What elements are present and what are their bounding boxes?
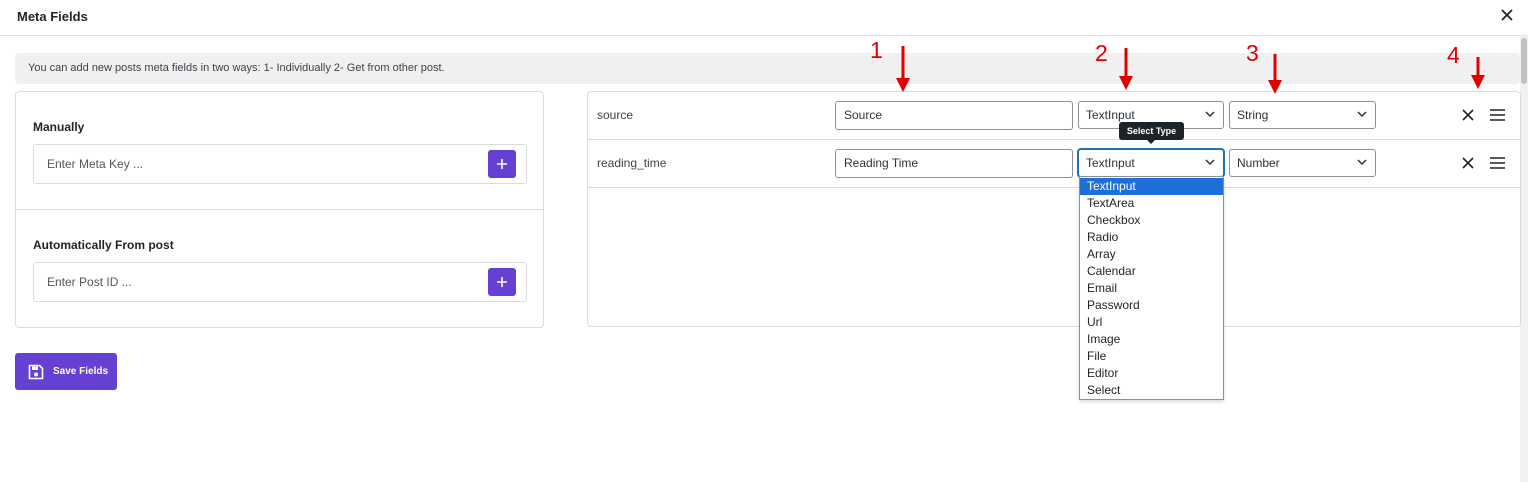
close-icon[interactable] — [1498, 6, 1516, 24]
chevron-down-icon — [1205, 159, 1215, 166]
drag-handle-icon[interactable] — [1489, 108, 1506, 125]
value-type-value: String — [1237, 108, 1269, 122]
scrollbar-thumb[interactable] — [1521, 38, 1527, 84]
plus-icon — [497, 159, 507, 169]
field-key: source — [597, 108, 634, 122]
field-type-select[interactable]: TextInput — [1078, 149, 1224, 177]
annotation-number: 3 — [1246, 40, 1259, 66]
save-fields-button[interactable]: Save Fields — [15, 353, 117, 390]
chevron-down-icon — [1357, 159, 1367, 166]
annotation-number: 1 — [870, 37, 883, 63]
dropdown-option[interactable]: Array — [1080, 246, 1223, 263]
dropdown-option[interactable]: TextArea — [1080, 195, 1223, 212]
dropdown-option[interactable]: Editor — [1080, 365, 1223, 382]
annotation-number: 2 — [1095, 40, 1108, 66]
field-type-value: TextInput — [1086, 108, 1135, 122]
dropdown-option[interactable]: Checkbox — [1080, 212, 1223, 229]
arrow-down-icon — [1119, 48, 1133, 90]
panel-divider — [16, 209, 543, 210]
remove-icon[interactable] — [1461, 108, 1475, 125]
select-type-tooltip: Select Type — [1119, 122, 1184, 140]
row-divider — [588, 139, 1520, 140]
field-title-input[interactable]: Source — [835, 101, 1073, 130]
row-divider — [588, 187, 1520, 188]
save-fields-label: Save Fields — [53, 366, 109, 377]
drag-handle-icon[interactable] — [1489, 156, 1506, 173]
value-type-value: Number — [1237, 156, 1280, 170]
dropdown-option[interactable]: Password — [1080, 297, 1223, 314]
dropdown-option[interactable]: Email — [1080, 280, 1223, 297]
arrow-down-icon — [1471, 57, 1485, 89]
post-id-field — [33, 262, 527, 302]
dropdown-option[interactable]: Image — [1080, 331, 1223, 348]
save-icon — [28, 364, 44, 379]
meta-key-input[interactable] — [34, 145, 454, 183]
chevron-down-icon — [1357, 111, 1367, 118]
modal-title: Meta Fields — [17, 9, 88, 24]
dropdown-option[interactable]: Radio — [1080, 229, 1223, 246]
dropdown-option[interactable]: Select — [1080, 382, 1223, 399]
plus-icon — [497, 277, 507, 287]
post-id-input[interactable] — [34, 263, 454, 301]
add-meta-key-button[interactable] — [488, 150, 516, 178]
meta-key-field — [33, 144, 527, 184]
info-notice: You can add new posts meta fields in two… — [15, 53, 1520, 84]
tooltip-arrow — [1147, 140, 1155, 144]
annotation-number: 4 — [1447, 42, 1460, 68]
chevron-down-icon — [1205, 111, 1215, 118]
automatic-section-label: Automatically From post — [33, 238, 174, 252]
add-from-post-button[interactable] — [488, 268, 516, 296]
manual-section-label: Manually — [33, 120, 85, 134]
field-type-value: TextInput — [1086, 156, 1135, 170]
dropdown-option[interactable]: Calendar — [1080, 263, 1223, 280]
dropdown-option[interactable]: Url — [1080, 314, 1223, 331]
field-key: reading_time — [597, 156, 667, 170]
value-type-select[interactable]: Number — [1229, 149, 1376, 177]
value-type-select[interactable]: String — [1229, 101, 1376, 129]
scrollbar-track[interactable] — [1520, 36, 1528, 482]
field-type-dropdown: TextInput TextArea Checkbox Radio Array Calen… — [1079, 176, 1224, 400]
dropdown-option[interactable]: TextInput — [1080, 178, 1223, 195]
arrow-down-icon — [896, 46, 910, 92]
header-divider — [0, 35, 1528, 36]
remove-icon[interactable] — [1461, 156, 1475, 173]
arrow-down-icon — [1268, 54, 1282, 94]
field-title-input[interactable]: Reading Time — [835, 149, 1073, 178]
dropdown-option[interactable]: File — [1080, 348, 1223, 365]
